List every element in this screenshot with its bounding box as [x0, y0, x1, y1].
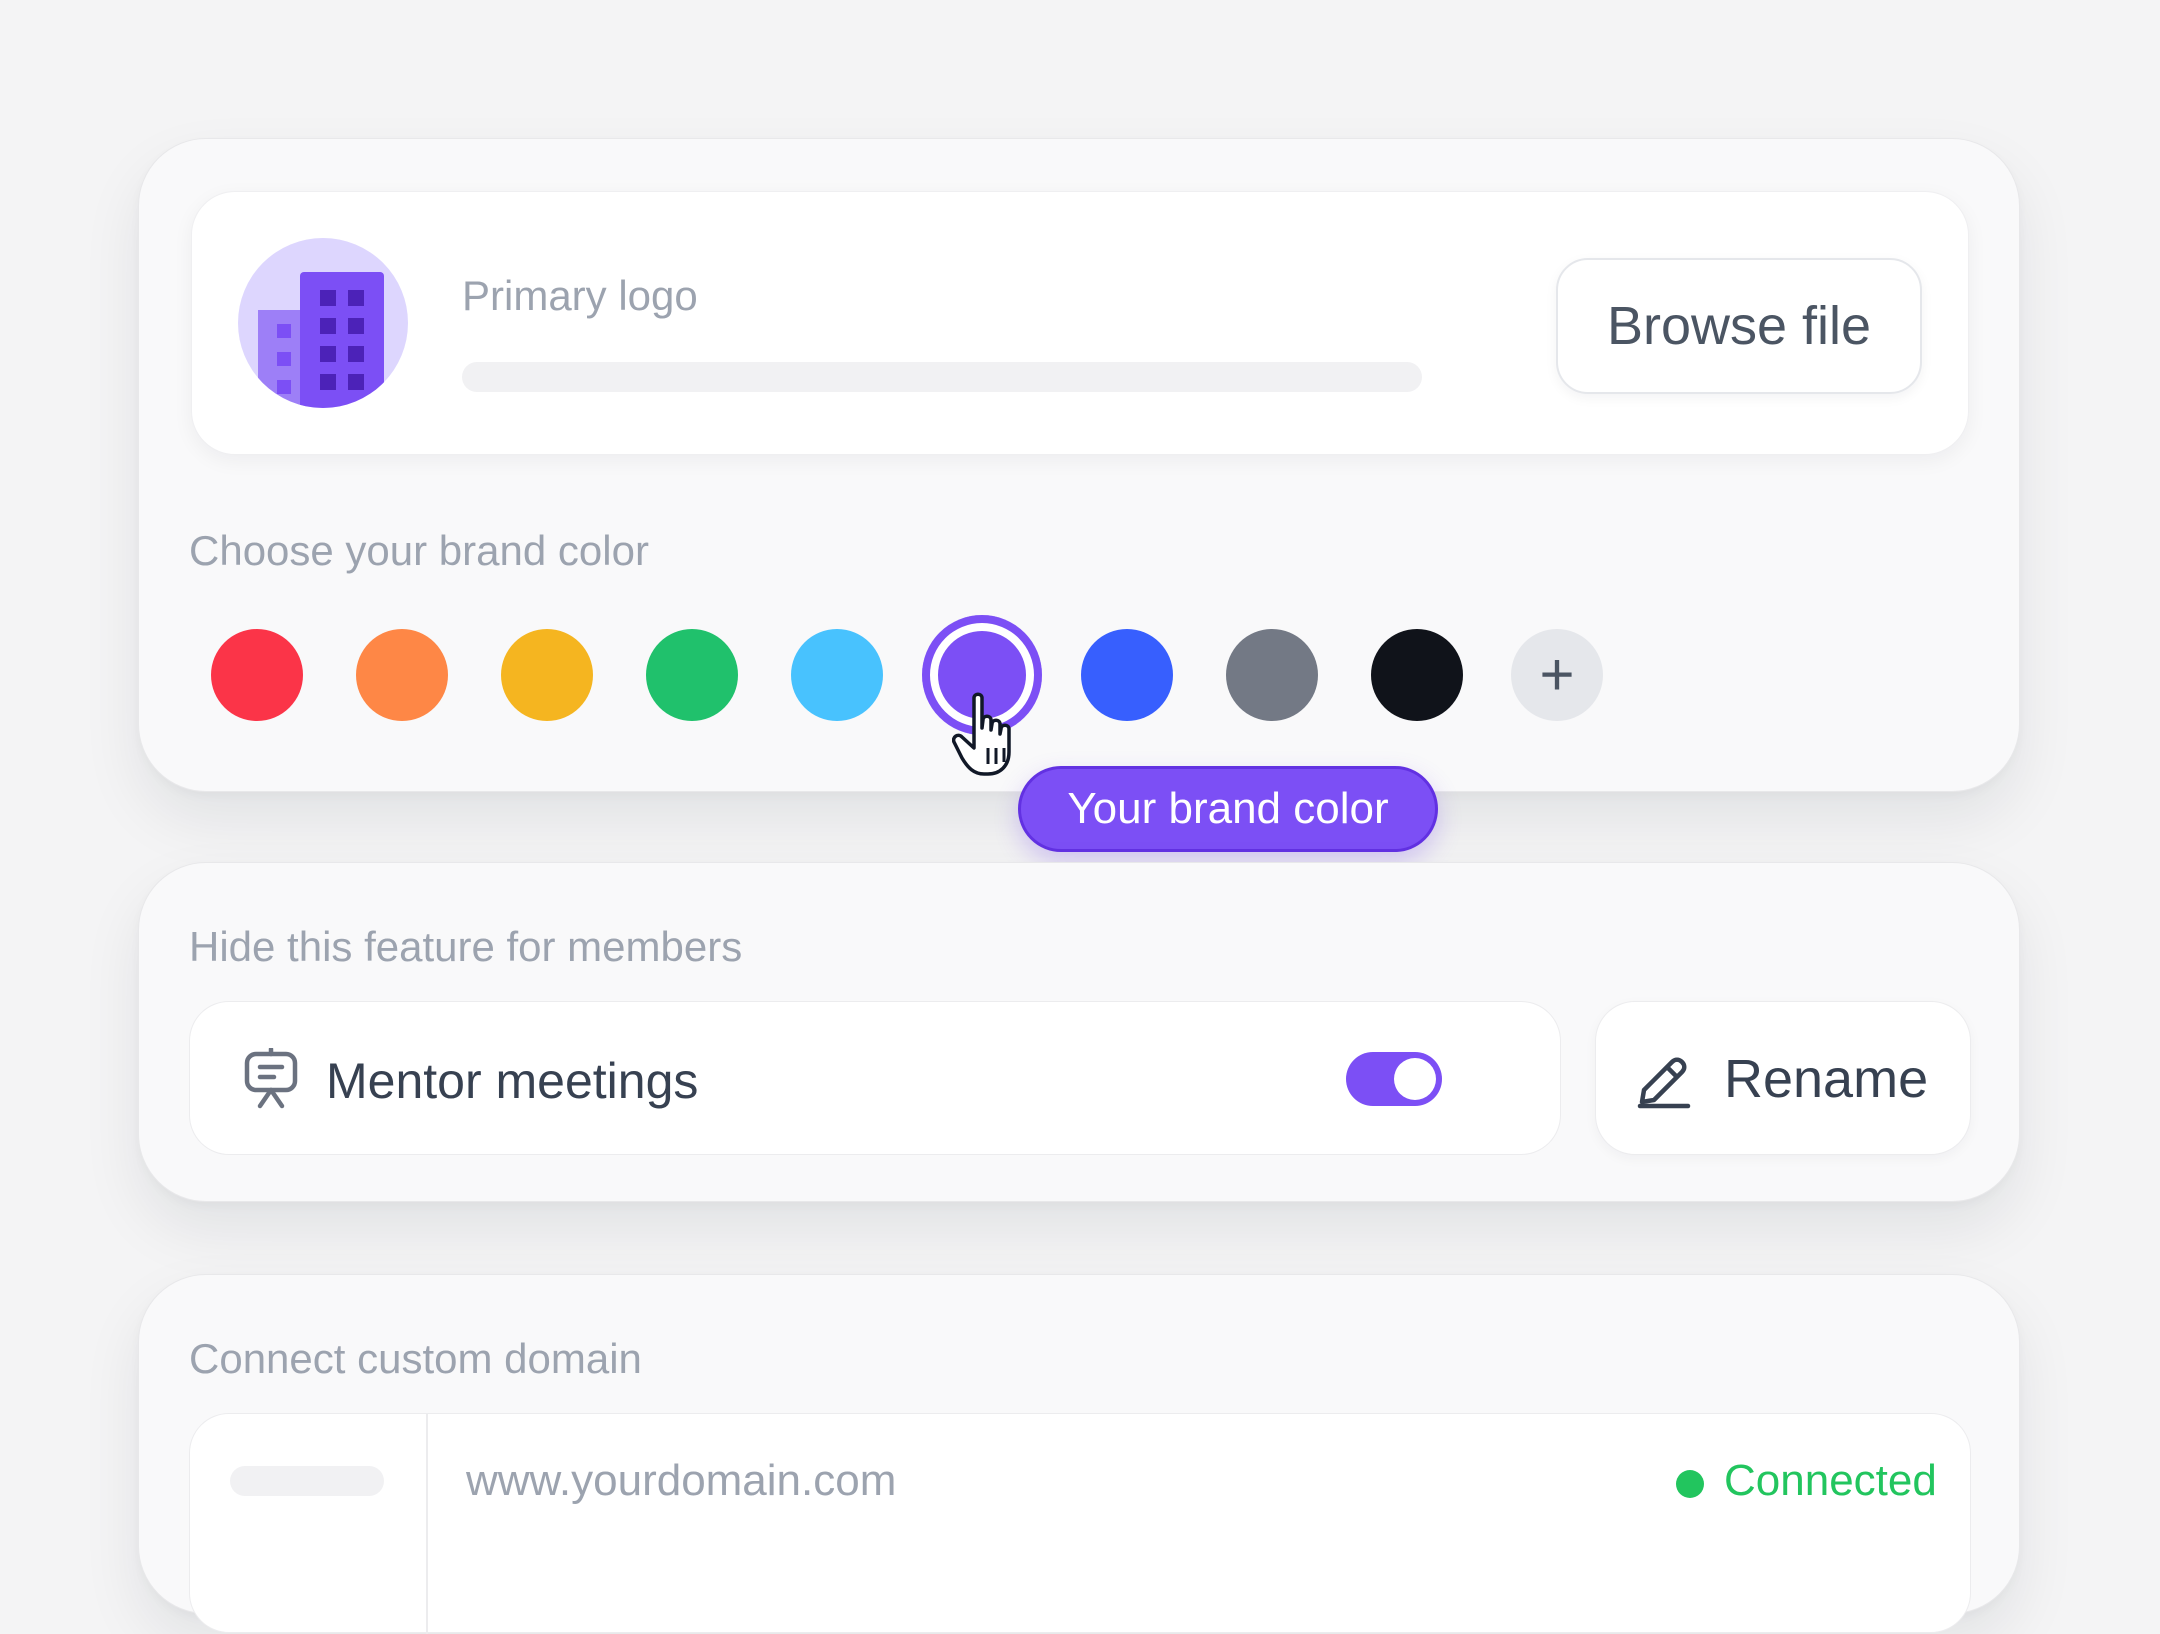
domain-url[interactable]: www.yourdomain.com — [466, 1456, 896, 1506]
presentation-icon — [244, 1048, 298, 1109]
feature-row-mentor-meetings: Mentor meetings — [189, 1001, 1561, 1155]
primary-logo-label: Primary logo — [462, 272, 698, 319]
feature-name: Mentor meetings — [326, 1053, 699, 1109]
hide-feature-label: Hide this feature for members — [189, 923, 743, 970]
brand-color-tooltip: Your brand color — [1018, 766, 1438, 852]
rename-button[interactable]: Rename — [1595, 1001, 1971, 1155]
feature-toggle[interactable] — [1346, 1052, 1442, 1106]
color-swatch-green[interactable] — [646, 629, 738, 721]
rename-label: Rename — [1724, 1049, 1929, 1109]
hand-cursor-icon — [952, 692, 1011, 776]
add-color-button[interactable]: + — [1511, 629, 1603, 721]
custom-domain-label: Connect custom domain — [189, 1335, 642, 1382]
logo-panel: Primary logo Browse file — [191, 191, 1969, 455]
color-swatch-black[interactable] — [1371, 629, 1463, 721]
pencil-icon — [1637, 1057, 1691, 1109]
status-text: Connected — [1724, 1456, 1937, 1505]
branding-card: Primary logo Browse file Choose your bra… — [138, 138, 2020, 792]
color-swatch-yellow[interactable] — [501, 629, 593, 721]
toggle-knob — [1394, 1058, 1436, 1100]
color-swatch-gray[interactable] — [1226, 629, 1318, 721]
feature-visibility-card: Hide this feature for members Mentor mee… — [138, 862, 2020, 1202]
color-swatch-red[interactable] — [211, 629, 303, 721]
brand-color-label: Choose your brand color — [189, 527, 649, 574]
domain-prefix-placeholder — [230, 1466, 384, 1496]
building-icon — [258, 272, 384, 408]
browse-file-button[interactable]: Browse file — [1556, 258, 1922, 394]
status-dot — [1676, 1470, 1704, 1498]
domain-row: www.yourdomain.com Connected — [189, 1413, 1971, 1634]
logo-filename-placeholder — [462, 362, 1422, 392]
color-swatch-orange[interactable] — [356, 629, 448, 721]
color-swatch-blue[interactable] — [1081, 629, 1173, 721]
company-logo-avatar — [238, 238, 408, 408]
domain-divider — [426, 1414, 428, 1634]
color-swatch-light-blue[interactable] — [791, 629, 883, 721]
custom-domain-card: Connect custom domain www.yourdomain.com… — [138, 1274, 2020, 1634]
